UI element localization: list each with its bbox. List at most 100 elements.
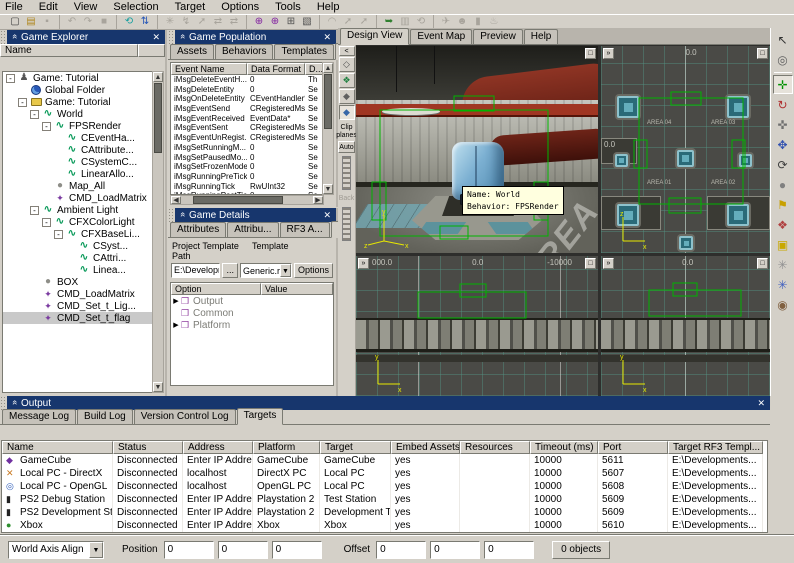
tree-item-box[interactable]: ●BOX bbox=[3, 276, 153, 288]
lock-tool-icon[interactable]: ▣ bbox=[773, 235, 793, 254]
dock-grip[interactable] bbox=[168, 208, 175, 222]
column-header-2[interactable]: D... bbox=[305, 63, 323, 75]
tree-item-map-all[interactable]: ●Map_All bbox=[3, 180, 153, 192]
avatar-mode-icon[interactable]: ☻ bbox=[454, 15, 470, 29]
doc-copy-icon[interactable]: ▥ bbox=[397, 15, 413, 29]
tree-item-cattribute-[interactable]: ∿CAttribute... bbox=[3, 144, 153, 156]
tree-item-cfxbaseli-[interactable]: -∿CFXBaseLi... bbox=[3, 228, 153, 240]
tab-design-view[interactable]: Design View bbox=[340, 28, 409, 45]
event-row[interactable]: iMsgOnDeleteEntityCEventHandler*Se bbox=[171, 94, 323, 104]
open-file-icon[interactable]: ▤ bbox=[23, 15, 39, 29]
tree-item-global-folder[interactable]: Global Folder bbox=[3, 84, 153, 96]
event-row[interactable]: iMsgSetFrozenMode0Se bbox=[171, 162, 323, 172]
expand-toggle-icon[interactable]: - bbox=[30, 206, 39, 215]
column-header-name[interactable]: Name bbox=[2, 441, 113, 454]
tree-item-cmd-loadmatrix[interactable]: ✦CMD_LoadMatrix bbox=[3, 288, 153, 300]
stop-build-icon[interactable]: ■ bbox=[96, 15, 112, 29]
expand-viewport-icon[interactable]: » bbox=[603, 258, 614, 269]
event-row[interactable]: iMsgDeleteEntity0Se bbox=[171, 85, 323, 95]
vertex-color-tool-icon[interactable]: ❖ bbox=[773, 215, 793, 234]
close-icon[interactable]: ✕ bbox=[320, 210, 334, 221]
new-entity-icon[interactable]: ✳ bbox=[162, 15, 178, 29]
expand-viewport-icon[interactable]: » bbox=[603, 48, 614, 59]
align-gizmo-icon[interactable]: ⇅ bbox=[137, 15, 153, 29]
column-header-option[interactable]: Option bbox=[171, 283, 261, 295]
event-row[interactable]: iMsgRunningPreTick0Se bbox=[171, 172, 323, 182]
place-crosshair-icon[interactable]: ⊕ bbox=[251, 15, 267, 29]
expand-toggle-icon[interactable]: - bbox=[30, 110, 39, 119]
template-dropdown[interactable]: Generic.rwt ▼ bbox=[240, 263, 292, 278]
game-population-titlebar[interactable]: » Game Population ✕ bbox=[175, 30, 336, 44]
tree-item-cmd-loadmatrix[interactable]: ✦CMD_LoadMatrix bbox=[3, 192, 153, 204]
swap-events-a-icon[interactable]: ⇄ bbox=[210, 15, 226, 29]
menu-selection[interactable]: Selection bbox=[105, 1, 166, 13]
target-row-local-pc-opengl[interactable]: ◎Local PC - OpenGLDisconnectedlocalhostO… bbox=[2, 480, 767, 493]
jump-forward-a-icon[interactable]: ➚ bbox=[340, 15, 356, 29]
event-row[interactable]: iMsgSetRunningM...0Se bbox=[171, 143, 323, 153]
collapse-panel-icon[interactable]: » bbox=[9, 398, 19, 408]
menu-options[interactable]: Options bbox=[213, 1, 267, 13]
scroll-left-icon[interactable]: ◀ bbox=[171, 196, 181, 204]
tree-item-linea-[interactable]: ∿Linea... bbox=[3, 264, 153, 276]
event-row[interactable]: iMsgEventSendCRegisteredMsgs*Se bbox=[171, 104, 323, 114]
expand-toggle-icon[interactable]: - bbox=[42, 218, 51, 227]
target-row-local-pc-directx[interactable]: ✕Local PC - DirectXDisconnectedlocalhost… bbox=[2, 467, 767, 480]
save-file-icon[interactable]: ▪ bbox=[39, 15, 55, 29]
option-row-output[interactable]: ▶❒Output bbox=[171, 295, 333, 307]
close-icon[interactable]: ✕ bbox=[320, 32, 334, 43]
event-row[interactable]: iMsgRunningTickRwUInt32Se bbox=[171, 182, 323, 192]
column-header-timeout-ms-[interactable]: Timeout (ms) bbox=[530, 441, 598, 454]
scroll-right-icon[interactable]: ▶ bbox=[313, 196, 323, 204]
output-titlebar[interactable]: » Output ✕ bbox=[7, 396, 770, 410]
tree-item-cmd-set-t-flag[interactable]: ✦CMD_Set_t_flag bbox=[3, 312, 153, 324]
tree-item-cmd-set-t-lig-[interactable]: ✦CMD_Set_t_Lig... bbox=[3, 300, 153, 312]
jump-forward-b-icon[interactable]: ➚ bbox=[356, 15, 372, 29]
expand-arrow-icon[interactable]: ▶ bbox=[171, 297, 181, 305]
menu-view[interactable]: View bbox=[66, 1, 106, 13]
collapse-panel-icon[interactable]: » bbox=[177, 32, 187, 42]
tab-assets[interactable]: Assets bbox=[170, 44, 214, 59]
tree-item-ambient-light[interactable]: -∿Ambient Light bbox=[3, 204, 153, 216]
axis-align-dropdown[interactable]: World Axis Align ▼ bbox=[8, 541, 104, 559]
game-details-titlebar[interactable]: » Game Details ✕ bbox=[175, 208, 336, 222]
select-frame-icon[interactable]: ▧ bbox=[299, 15, 315, 29]
tree-item-fpsrender[interactable]: -∿FPSRender bbox=[3, 120, 153, 132]
chevron-down-icon[interactable]: ▼ bbox=[89, 542, 103, 558]
record-tool-icon[interactable]: ◉ bbox=[773, 295, 793, 314]
perspective-viewport[interactable]: AREA yxz bbox=[356, 46, 598, 253]
tab-build-log[interactable]: Build Log bbox=[77, 409, 133, 424]
swap-events-b-icon[interactable]: ⇄ bbox=[226, 15, 242, 29]
tree-item-csyst-[interactable]: ∿CSyst... bbox=[3, 240, 153, 252]
maximize-viewport-icon[interactable]: □ bbox=[757, 48, 768, 59]
tab-version-control-log[interactable]: Version Control Log bbox=[134, 409, 236, 424]
textured-view-icon[interactable]: ◆ bbox=[339, 105, 355, 120]
option-row-platform[interactable]: ▶❒Platform bbox=[171, 319, 333, 331]
scroll-up-icon[interactable]: ▲ bbox=[323, 63, 333, 73]
column-header-1[interactable]: Data Format bbox=[247, 63, 305, 75]
scroll-thumb[interactable] bbox=[324, 74, 332, 129]
game-explorer-titlebar[interactable]: » Game Explorer ✕ bbox=[7, 30, 165, 44]
options-button[interactable]: Options bbox=[294, 263, 333, 278]
wireframe-view-icon[interactable]: ◇ bbox=[339, 57, 355, 72]
tab-attributes[interactable]: Attributes bbox=[170, 222, 226, 237]
scroll-up-icon[interactable]: ▲ bbox=[153, 72, 163, 82]
position-y-input[interactable] bbox=[218, 541, 268, 559]
events-vertical-scrollbar[interactable]: ▲ ▼ bbox=[322, 62, 334, 195]
event-row[interactable]: iMsgSetPausedMo...0Se bbox=[171, 153, 323, 163]
dock-grip[interactable] bbox=[0, 396, 7, 410]
place-target-icon[interactable]: ⊕ bbox=[267, 15, 283, 29]
column-header-0[interactable]: Event Name bbox=[171, 63, 247, 75]
rotate-tool-icon[interactable]: ↻ bbox=[773, 95, 793, 114]
key-tool-icon[interactable]: ⚑ bbox=[773, 195, 793, 214]
menu-edit[interactable]: Edit bbox=[31, 1, 66, 13]
camera-view-icon[interactable]: ◠ bbox=[324, 15, 340, 29]
events-horizontal-scrollbar[interactable]: ◀ ▶ bbox=[170, 195, 324, 205]
tab-rf3-a-[interactable]: RF3 A... bbox=[280, 222, 330, 237]
expand-toggle-icon[interactable]: - bbox=[18, 98, 27, 107]
column-header-name[interactable]: Name bbox=[0, 44, 138, 57]
column-header-platform[interactable]: Platform bbox=[253, 441, 320, 454]
column-header-rest[interactable] bbox=[138, 44, 165, 57]
connect-target-icon[interactable]: ✈ bbox=[438, 15, 454, 29]
target-row-ps2-debug-station[interactable]: ▮PS2 Debug StationDisconnectedEnter IP A… bbox=[2, 493, 767, 506]
tree-item-world[interactable]: -∿World bbox=[3, 108, 153, 120]
